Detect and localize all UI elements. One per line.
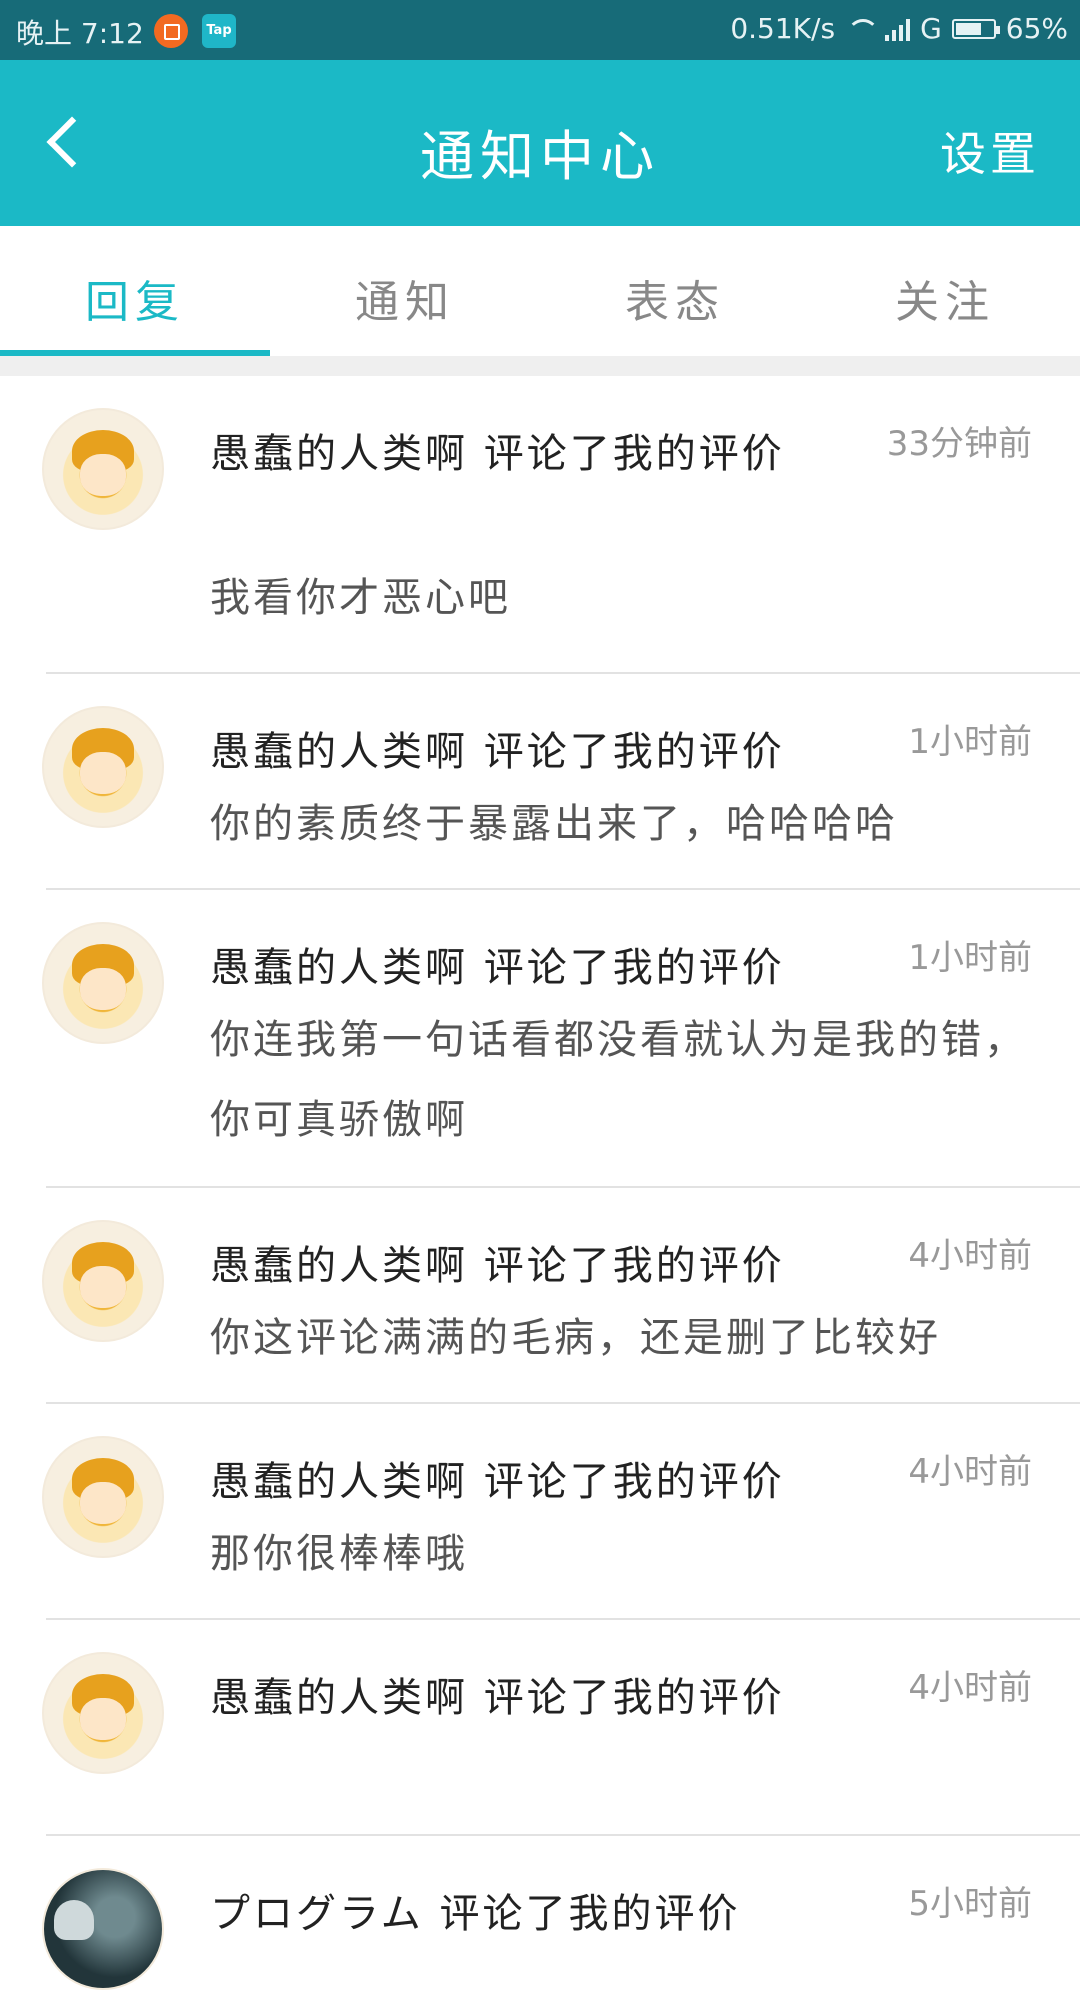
list-item[interactable]: 愚蠢的人类啊 评论了我的评价 33分钟前 我看你才恶心吧 [0, 376, 1080, 674]
avatar[interactable] [42, 1436, 164, 1558]
signal-icon [885, 17, 911, 41]
list-item[interactable]: 愚蠢的人类啊 评论了我的评价 4小时前 [0, 1620, 1080, 1836]
tab-follows[interactable]: 关注 [810, 226, 1080, 356]
notification-time: 4小时前 [908, 1668, 1032, 1708]
notification-list: 愚蠢的人类啊 评论了我的评价 33分钟前 我看你才恶心吧 愚蠢的人类啊 评论了我… [0, 376, 1080, 1990]
notification-text: 你的素质终于暴露出来了，哈哈哈哈 [210, 801, 898, 847]
status-indicators: 0.51K/s G 65% [730, 12, 1068, 45]
avatar[interactable] [42, 922, 164, 1044]
notification-time: 4小时前 [908, 1236, 1032, 1276]
list-item[interactable]: 愚蠢的人类啊 评论了我的评价 1小时前 你连我第一句话看都没看就认为是我的错，你… [0, 890, 1080, 1188]
avatar[interactable] [42, 1220, 164, 1342]
notification-title: 愚蠢的人类啊 评论了我的评价 [210, 945, 785, 991]
app-header: 通知中心 设置 [0, 60, 1080, 226]
wifi-icon [845, 17, 880, 41]
list-item[interactable]: 愚蠢的人类啊 评论了我的评价 1小时前 你的素质终于暴露出来了，哈哈哈哈 [0, 674, 1080, 890]
notification-title: 愚蠢的人类啊 评论了我的评价 [210, 431, 785, 477]
tab-bar: 回复 通知 表态 关注 [0, 226, 1080, 356]
notification-text: 你这评论满满的毛病，还是删了比较好 [210, 1315, 941, 1361]
list-item[interactable]: プログラム 评论了我的评价 5小时前 [0, 1836, 1080, 1990]
notification-title: 愚蠢的人类啊 评论了我的评价 [210, 1675, 785, 1721]
status-time: 晚上 7:12 [16, 17, 144, 50]
taptap-app-icon: Tap [202, 14, 236, 48]
battery-percent: 65% [1005, 12, 1068, 45]
notification-title: 愚蠢的人类啊 评论了我的评价 [210, 1459, 785, 1505]
avatar[interactable] [42, 1868, 164, 1990]
tab-replies[interactable]: 回复 [0, 226, 270, 356]
notification-time: 1小时前 [908, 938, 1032, 978]
list-item[interactable]: 愚蠢的人类啊 评论了我的评价 4小时前 你这评论满满的毛病，还是删了比较好 [0, 1188, 1080, 1404]
notification-text: 你连我第一句话看都没看就认为是我的错，你可真骄傲啊 [210, 1017, 1027, 1143]
network-type: G [920, 12, 942, 45]
notification-app-icon [154, 14, 188, 48]
page-title: 通知中心 [420, 125, 660, 188]
notification-title: 愚蠢的人类啊 评论了我的评价 [210, 1243, 785, 1289]
net-speed: 0.51K/s [730, 12, 836, 45]
avatar[interactable] [42, 408, 164, 530]
notification-time: 33分钟前 [886, 424, 1032, 464]
notification-text: 那你很棒棒哦 [210, 1531, 468, 1577]
notification-time: 1小时前 [908, 722, 1032, 762]
avatar[interactable] [42, 1652, 164, 1774]
notification-time: 4小时前 [908, 1452, 1032, 1492]
status-bar: 晚上 7:12 Tap 0.51K/s G 65% [0, 0, 1080, 60]
avatar[interactable] [42, 706, 164, 828]
settings-button[interactable]: 设置 [940, 118, 1040, 184]
tab-separator [0, 356, 1080, 376]
list-item[interactable]: 愚蠢的人类啊 评论了我的评价 4小时前 那你很棒棒哦 [0, 1404, 1080, 1620]
notification-text: 我看你才恶心吧 [210, 575, 511, 621]
tab-notices[interactable]: 通知 [270, 226, 540, 356]
notification-title: プログラム 评论了我的评价 [210, 1891, 741, 1937]
notification-time: 5小时前 [908, 1884, 1032, 1924]
battery-icon [951, 18, 1000, 39]
tab-reactions[interactable]: 表态 [540, 226, 810, 356]
notification-title: 愚蠢的人类啊 评论了我的评价 [210, 729, 785, 775]
